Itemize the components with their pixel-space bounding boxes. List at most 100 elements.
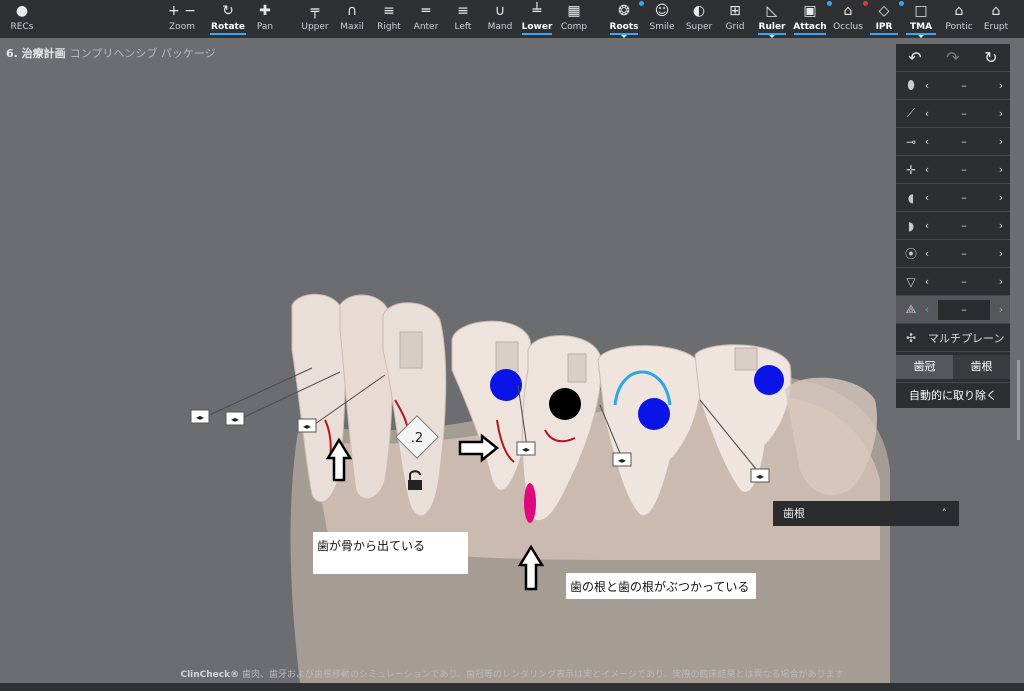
- decrement-arrow[interactable]: ‹: [922, 219, 932, 232]
- right-button[interactable]: ≡ Right: [373, 0, 405, 38]
- root-dropdown-label: 歯根: [783, 507, 805, 520]
- pontic-button[interactable]: ⌂ Pontic: [942, 0, 976, 38]
- root-dropdown[interactable]: 歯根 ˄: [773, 501, 959, 526]
- increment-arrow[interactable]: ›: [996, 191, 1006, 204]
- increment-arrow[interactable]: ›: [996, 79, 1006, 92]
- smile-icon: ☺: [654, 3, 670, 19]
- lower-button[interactable]: ╧ Lower: [520, 0, 554, 38]
- blue-marker-2: [638, 398, 670, 430]
- left-button[interactable]: ≡ Left: [448, 0, 478, 38]
- upper-button[interactable]: ╤ Upper: [298, 0, 332, 38]
- decrement-arrow[interactable]: ‹: [922, 247, 932, 260]
- grid-icon: ⊞: [729, 3, 741, 19]
- right-view-icon: ≡: [383, 3, 395, 19]
- zoom-button[interactable]: + − Zoom: [160, 0, 204, 38]
- ipr-handle-5[interactable]: ◂▸: [612, 452, 632, 467]
- root-torque-value[interactable]: –: [938, 299, 990, 320]
- anter-button[interactable]: ═ Anter: [410, 0, 442, 38]
- comp-button[interactable]: ▦ Comp: [558, 0, 590, 38]
- decrement-arrow[interactable]: ‹: [922, 275, 932, 288]
- panel-row-angulation: ⟋ ‹ – ›: [896, 100, 1010, 128]
- roots-dot: [639, 1, 644, 6]
- extrusion-icon: ⬮: [907, 78, 915, 92]
- root-torque-icon: ⟁: [905, 302, 917, 316]
- reset-icon[interactable]: ↻: [984, 48, 997, 67]
- decrement-arrow[interactable]: ‹: [922, 191, 932, 204]
- superimpose-icon: ◐: [692, 3, 706, 19]
- ipr-button[interactable]: ◇ IPR: [868, 0, 904, 38]
- attachment-5: [567, 353, 587, 383]
- erupt-button[interactable]: ⌂ Erupt: [980, 0, 1012, 38]
- scrollbar[interactable]: [1017, 360, 1020, 440]
- tma-button[interactable]: □ TMA: [904, 0, 938, 38]
- zoom-icon: + −: [168, 3, 196, 19]
- panel-row-multiplane[interactable]: ✣ マルチプレーン: [896, 324, 1010, 352]
- increment-arrow[interactable]: ›: [996, 303, 1006, 316]
- footer-text: 歯肉、歯牙および歯根移動のシミュレーションであり、歯冠等のレンダリング表示は実と…: [239, 670, 844, 680]
- panel-row-translation: ⊸ ‹ – ›: [896, 128, 1010, 156]
- svg-text:◂▸: ◂▸: [196, 413, 204, 422]
- increment-arrow[interactable]: ›: [996, 135, 1006, 148]
- svg-text:◂▸: ◂▸: [231, 415, 239, 424]
- ipr-icon: ◇: [878, 3, 890, 19]
- grid-button[interactable]: ⊞ Grid: [720, 0, 750, 38]
- angulation-icon: ⟋: [906, 106, 916, 120]
- ruler-button[interactable]: ◺ Ruler: [756, 0, 788, 38]
- ipr-handle-6[interactable]: ◂▸: [750, 468, 770, 483]
- increment-arrow[interactable]: ›: [996, 163, 1006, 176]
- erupt-icon: ⌂: [991, 3, 1001, 19]
- chevron-up-icon: ˄: [941, 507, 948, 520]
- annotation-note-1: 歯が骨から出ている: [313, 532, 468, 574]
- mand-button[interactable]: ∪ Mand: [484, 0, 516, 38]
- panel-row-tip: ▽ ‹ – ›: [896, 268, 1010, 296]
- occlusion-icon: ⌂: [843, 3, 853, 19]
- compare-icon: ▦: [567, 3, 581, 19]
- crown-tab[interactable]: 歯冠: [896, 355, 953, 379]
- root-tab[interactable]: 歯根: [953, 355, 1010, 379]
- ipr-value: .2: [411, 431, 423, 446]
- rotate-button[interactable]: ↻ Rotate: [208, 0, 248, 38]
- increment-arrow[interactable]: ›: [996, 219, 1006, 232]
- redo-icon[interactable]: ↷: [946, 48, 959, 67]
- lower-icon: ╧: [532, 3, 542, 19]
- occlus-button[interactable]: ⌂ Occlus: [832, 0, 868, 38]
- dental-3d-viewport[interactable]: ◂▸ ◂▸ ◂▸ ◂▸ ◂▸ ◂▸ .2: [0, 38, 890, 683]
- decrement-arrow[interactable]: ‹: [922, 303, 932, 316]
- black-marker: [549, 388, 581, 420]
- svg-text:◂▸: ◂▸: [756, 472, 764, 481]
- increment-arrow[interactable]: ›: [996, 275, 1006, 288]
- maxil-button[interactable]: ∩ Maxil: [336, 0, 368, 38]
- svg-text:◂▸: ◂▸: [618, 456, 626, 465]
- crown-root-toggle: 歯冠 歯根: [896, 355, 1010, 379]
- upper-icon: ╤: [310, 3, 320, 19]
- pontic-icon: ⌂: [954, 3, 964, 19]
- panel-row-inclination: ◗ ‹ – ›: [896, 212, 1010, 240]
- undo-icon[interactable]: ↶: [908, 48, 921, 67]
- tma-icon: □: [914, 3, 928, 19]
- decrement-arrow[interactable]: ‹: [922, 163, 932, 176]
- annotation-note-2: 歯の根と歯の根がぶつかっている: [566, 573, 756, 599]
- smile-button[interactable]: ☺ Smile: [646, 0, 678, 38]
- ipr-handle-2[interactable]: ◂▸: [225, 411, 245, 426]
- movement-panel: ↶ ↷ ↻ ⬮ ‹ – › ⟋ ‹ – › ⊸ ‹ – › ✛ ‹ – › ◖ ‹ – › ◗ ‹ – › ⦿ ‹ – ›…: [896, 44, 1010, 408]
- increment-arrow[interactable]: ›: [996, 247, 1006, 260]
- decrement-arrow[interactable]: ‹: [922, 79, 932, 92]
- cross-move-icon: ✛: [905, 162, 917, 177]
- decrement-arrow[interactable]: ‹: [922, 135, 932, 148]
- decrement-arrow[interactable]: ‹: [922, 107, 932, 120]
- tip-icon: ▽: [906, 274, 916, 289]
- attach-button[interactable]: ▣ Attach: [792, 0, 832, 38]
- increment-arrow[interactable]: ›: [996, 107, 1006, 120]
- roots-button[interactable]: ❂ Roots: [608, 0, 644, 38]
- attachment-4: [495, 341, 519, 373]
- maxilla-icon: ∩: [346, 3, 358, 19]
- recs-button[interactable]: ● RECs: [0, 0, 44, 38]
- ipr-handle-1[interactable]: ◂▸: [190, 409, 210, 424]
- auto-remove-button[interactable]: 自動的に取り除く: [896, 382, 1010, 408]
- ipr-handle-3[interactable]: ◂▸: [297, 418, 317, 433]
- super-button[interactable]: ◐ Super: [683, 0, 715, 38]
- mandible-icon: ∪: [494, 3, 506, 19]
- top-toolbar: ● RECs + − Zoom ↻ Rotate ✚ Pan ╤ Upper ∩ Maxil…: [0, 0, 1024, 38]
- ipr-handle-4[interactable]: ◂▸: [516, 441, 536, 456]
- pan-button[interactable]: ✚ Pan: [250, 0, 280, 38]
